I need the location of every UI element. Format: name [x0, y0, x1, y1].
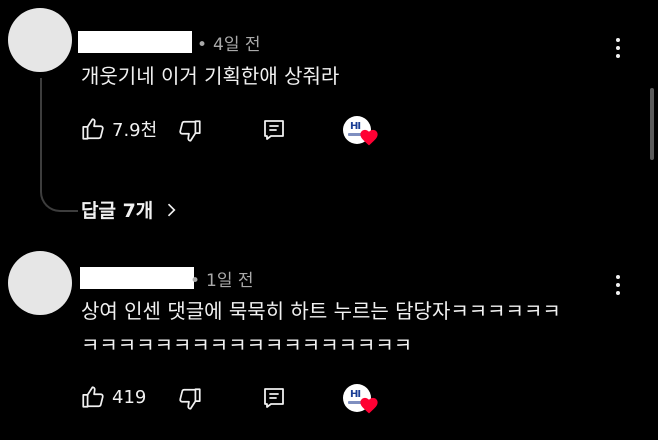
- commenter-name-redacted[interactable]: [80, 267, 194, 289]
- like-count: 419: [112, 386, 147, 408]
- thumbs-down-icon: [179, 388, 201, 410]
- creator-heart-icon: [360, 397, 378, 414]
- commenter-avatar[interactable]: [8, 8, 72, 72]
- thumbs-up-icon: [82, 118, 104, 140]
- reply-thread-line: [40, 78, 78, 212]
- creator-heart-badge: HI: [343, 116, 379, 152]
- reply-button[interactable]: [262, 386, 286, 410]
- view-replies-button[interactable]: 답글 7개: [81, 196, 181, 223]
- chevron-right-icon: [168, 203, 176, 216]
- like-button[interactable]: 419: [80, 384, 146, 410]
- comment-text-line-2: ㅋㅋㅋㅋㅋㅋㅋㅋㅋㅋㅋㅋㅋㅋㅋㅋㅋㅋ: [81, 333, 413, 357]
- scrollbar-thumb[interactable]: [650, 88, 654, 160]
- reply-icon: [264, 120, 284, 140]
- comment-text-line-1: 상여 인센 댓글에 묵묵히 하트 누르는 담당자ㅋㅋㅋㅋㅋㅋ: [81, 299, 561, 323]
- creator-heart-badge: HI: [343, 384, 379, 420]
- creator-heart-icon: [360, 129, 378, 146]
- commenter-avatar[interactable]: [8, 251, 72, 315]
- replies-label: 답글 7개: [81, 200, 154, 222]
- reply-button[interactable]: [262, 118, 286, 142]
- comment-timestamp: • 1일 전: [190, 271, 254, 291]
- comment-timestamp: • 4일 전: [197, 35, 261, 55]
- dislike-button[interactable]: [177, 118, 203, 144]
- comment-more-button[interactable]: [608, 34, 628, 62]
- like-button[interactable]: 7.9천: [80, 116, 157, 142]
- comment-text: 개웃기네 이거 기획한애 상줘라: [81, 64, 340, 88]
- like-count: 7.9천: [112, 120, 158, 141]
- comment-more-button[interactable]: [608, 271, 628, 299]
- reply-icon: [264, 388, 284, 408]
- commenter-name-redacted[interactable]: [78, 31, 192, 53]
- thumbs-up-icon: [82, 386, 104, 408]
- thumbs-down-icon: [179, 120, 201, 142]
- dislike-button[interactable]: [177, 386, 203, 412]
